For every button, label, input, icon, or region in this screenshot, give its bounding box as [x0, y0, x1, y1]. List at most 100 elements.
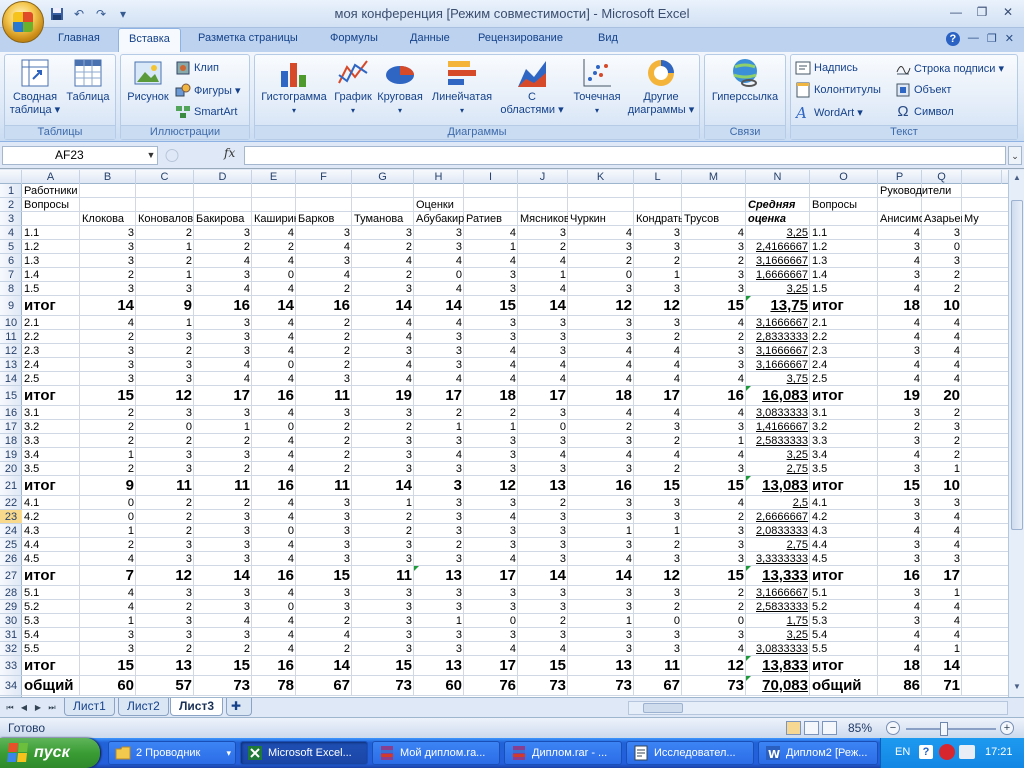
- cell-lead-score[interactable]: 4: [922, 600, 962, 614]
- cell-score[interactable]: 2: [296, 358, 352, 372]
- cell-question-lead[interactable]: 5.5: [810, 642, 878, 656]
- cell-score[interactable]: 4: [682, 448, 746, 462]
- cell-question-lead[interactable]: 3.3: [810, 434, 878, 448]
- antivirus-tray-icon[interactable]: [939, 744, 955, 760]
- zoom-slider-knob[interactable]: [940, 722, 948, 736]
- cell-score[interactable]: 2: [352, 268, 414, 282]
- cell-lead-score[interactable]: 4: [878, 282, 922, 296]
- cell-score[interactable]: 2: [682, 254, 746, 268]
- cell-score[interactable]: 9: [136, 296, 194, 316]
- cell-question[interactable]: 2.5: [22, 372, 80, 386]
- cell-score[interactable]: 3: [136, 614, 194, 628]
- cell-score[interactable]: 3: [682, 344, 746, 358]
- cell-score[interactable]: 3: [296, 406, 352, 420]
- cell-score[interactable]: 4: [518, 254, 568, 268]
- cell-lead-score[interactable]: 4: [878, 254, 922, 268]
- cell-score[interactable]: 4: [464, 642, 518, 656]
- cell-lead-score[interactable]: 1: [922, 642, 962, 656]
- row-header-5[interactable]: 5: [0, 240, 22, 254]
- taskbar-rar-1[interactable]: Мой диплом.ra...: [372, 741, 500, 765]
- cell-score[interactable]: 2: [518, 240, 568, 254]
- cell-score[interactable]: 3: [414, 462, 464, 476]
- cell-score[interactable]: 3: [136, 406, 194, 420]
- cell-score[interactable]: 4: [352, 372, 414, 386]
- cell-score[interactable]: 3: [136, 552, 194, 566]
- help-tray-icon[interactable]: ?: [919, 745, 933, 759]
- row-header-13[interactable]: 13: [0, 358, 22, 372]
- cell-score[interactable]: 3: [194, 316, 252, 330]
- row-header-8[interactable]: 8: [0, 282, 22, 296]
- cell-score[interactable]: 3: [352, 406, 414, 420]
- cell-score[interactable]: 3: [464, 316, 518, 330]
- cell-question-lead[interactable]: 4.4: [810, 538, 878, 552]
- cell-lead-score[interactable]: 3: [922, 254, 962, 268]
- cell-score[interactable]: 4: [252, 372, 296, 386]
- row-header-18[interactable]: 18: [0, 434, 22, 448]
- cell-score[interactable]: 12: [464, 476, 518, 496]
- cell-score[interactable]: 0: [252, 268, 296, 282]
- cell-score[interactable]: 14: [352, 296, 414, 316]
- cell-score[interactable]: 3: [518, 226, 568, 240]
- cell-lead-score[interactable]: 4: [878, 372, 922, 386]
- cell-question[interactable]: итог: [22, 296, 80, 316]
- object-button[interactable]: Объект: [895, 81, 951, 99]
- cell-score[interactable]: 4: [682, 372, 746, 386]
- cell-question[interactable]: 4.2: [22, 510, 80, 524]
- cell-score[interactable]: 4: [414, 254, 464, 268]
- cell-lead-score[interactable]: 2: [922, 268, 962, 282]
- select-all-corner[interactable]: [0, 170, 22, 184]
- row-header-34[interactable]: 34: [0, 676, 22, 696]
- cell-score[interactable]: 7: [80, 566, 136, 586]
- cell-score[interactable]: 4: [464, 358, 518, 372]
- cell-question[interactable]: 3.1: [22, 406, 80, 420]
- expand-formula-bar-icon[interactable]: ⌄: [1008, 146, 1022, 165]
- cell-o2[interactable]: Вопросы: [810, 198, 878, 212]
- tab-page-layout[interactable]: Разметка страницы: [198, 32, 298, 44]
- cell-score[interactable]: 11: [352, 566, 414, 586]
- cell-question[interactable]: 1.5: [22, 282, 80, 296]
- tab-insert[interactable]: Вставка: [118, 28, 181, 53]
- cell-score[interactable]: 4: [682, 226, 746, 240]
- cell-question-lead[interactable]: 1.1: [810, 226, 878, 240]
- cell-score[interactable]: 3: [464, 434, 518, 448]
- cell-score[interactable]: 3: [682, 268, 746, 282]
- cell-score[interactable]: 4: [252, 510, 296, 524]
- cell-question[interactable]: 1.3: [22, 254, 80, 268]
- cell-score[interactable]: 3: [518, 434, 568, 448]
- cell-score[interactable]: 4: [414, 316, 464, 330]
- cell-score[interactable]: 2: [194, 496, 252, 510]
- cell-lead-score[interactable]: 4: [878, 600, 922, 614]
- tab-formulas[interactable]: Формулы: [330, 32, 378, 44]
- cell-score[interactable]: 4: [568, 358, 634, 372]
- cell-score[interactable]: 3: [634, 586, 682, 600]
- cell-score[interactable]: 2: [136, 344, 194, 358]
- cell-score[interactable]: 3: [80, 254, 136, 268]
- cell-lead-score[interactable]: 3: [922, 226, 962, 240]
- cell-score[interactable]: 3: [80, 226, 136, 240]
- cell-question[interactable]: 4.5: [22, 552, 80, 566]
- textbox-button[interactable]: Надпись: [795, 59, 858, 77]
- scatter-chart-button[interactable]: Точечная ▾: [567, 57, 627, 117]
- cell-lead-score[interactable]: 4: [922, 344, 962, 358]
- cell-question-lead[interactable]: итог: [810, 566, 878, 586]
- first-sheet-icon[interactable]: ⏮: [4, 701, 16, 715]
- cell-lead-score[interactable]: 1: [922, 586, 962, 600]
- cell-score[interactable]: 3: [296, 524, 352, 538]
- cell-score[interactable]: 4: [252, 226, 296, 240]
- cell-average[interactable]: 3,25: [746, 226, 810, 240]
- cell-score[interactable]: 15: [296, 566, 352, 586]
- cell-score[interactable]: 9: [80, 476, 136, 496]
- cell-score[interactable]: 4: [682, 406, 746, 420]
- column-chart-button[interactable]: Гистограмма ▾: [257, 57, 331, 117]
- cell-score[interactable]: 3: [414, 642, 464, 656]
- cell-score[interactable]: 2: [296, 462, 352, 476]
- cell-score[interactable]: 4: [296, 268, 352, 282]
- vertical-scroll-thumb[interactable]: [1011, 200, 1023, 530]
- cell-score[interactable]: 4: [568, 226, 634, 240]
- cell-score[interactable]: 0: [518, 420, 568, 434]
- cell-score[interactable]: 3: [634, 496, 682, 510]
- row-header-12[interactable]: 12: [0, 344, 22, 358]
- cell-score[interactable]: 3: [80, 358, 136, 372]
- cell-name-header[interactable]: Абубакиров: [414, 212, 464, 226]
- cell-score[interactable]: 4: [634, 448, 682, 462]
